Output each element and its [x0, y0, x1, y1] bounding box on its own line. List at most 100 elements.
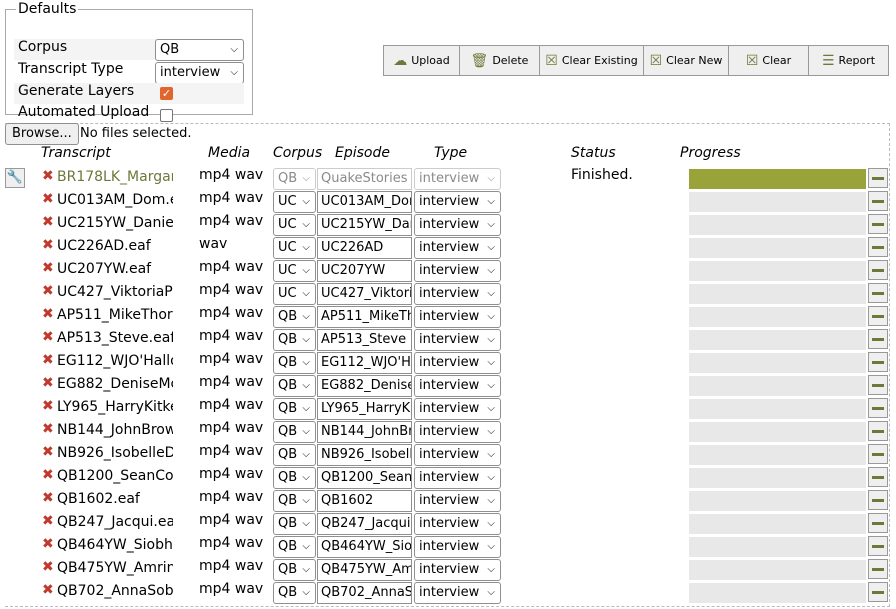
remove-icon[interactable]: ✖ — [42, 536, 54, 552]
row-corpus-select[interactable]: QB ⌵ — [273, 398, 316, 420]
collapse-button[interactable] — [868, 513, 888, 533]
episode-input[interactable]: UC013AM_Dor — [317, 191, 412, 213]
collapse-button[interactable] — [868, 375, 888, 395]
episode-input[interactable]: NB926_Isobell — [317, 444, 412, 466]
corpus-select[interactable]: QB ⌵ — [155, 39, 244, 61]
remove-icon[interactable]: ✖ — [42, 421, 54, 437]
collapse-button[interactable] — [868, 260, 888, 280]
remove-icon[interactable]: ✖ — [42, 283, 54, 299]
episode-input[interactable]: QB464YW_Sio — [317, 536, 412, 558]
row-type-select[interactable]: interview ⌵ — [414, 260, 501, 282]
row-corpus-select[interactable]: UC ⌵ — [273, 260, 316, 282]
episode-input[interactable]: UC215YW_Dar — [317, 214, 412, 236]
row-type-select[interactable]: interview ⌵ — [414, 306, 501, 328]
report-button[interactable]: ☰ Report — [809, 45, 889, 76]
episode-input[interactable]: UC427_Viktori — [317, 283, 412, 305]
browse-button[interactable]: Browse... — [5, 123, 79, 145]
collapse-button[interactable] — [868, 352, 888, 372]
episode-input[interactable]: QB475YW_Am — [317, 559, 412, 581]
remove-icon[interactable]: ✖ — [42, 168, 54, 184]
row-type-select[interactable]: interview ⌵ — [414, 490, 501, 512]
episode-input[interactable]: AP513_Steve — [317, 329, 412, 351]
episode-input[interactable]: AP511_MikeTh — [317, 306, 412, 328]
collapse-button[interactable] — [868, 582, 888, 602]
episode-input[interactable]: EG882_Denise — [317, 375, 412, 397]
collapse-button[interactable] — [868, 421, 888, 441]
remove-icon[interactable]: ✖ — [42, 214, 54, 230]
remove-icon[interactable]: ✖ — [42, 559, 54, 575]
remove-icon[interactable]: ✖ — [42, 191, 54, 207]
delete-button[interactable]: 🗑 Delete — [460, 45, 540, 76]
row-type-select[interactable]: interview ⌵ — [414, 168, 501, 190]
transcript-type-select[interactable]: interview ⌵ — [155, 62, 244, 84]
collapse-button[interactable] — [868, 283, 888, 303]
remove-icon[interactable]: ✖ — [42, 237, 54, 253]
clear-new-button[interactable]: ☒ Clear New — [644, 45, 729, 76]
row-type-select[interactable]: interview ⌵ — [414, 421, 501, 443]
row-corpus-select[interactable]: QB ⌵ — [273, 352, 316, 374]
collapse-button[interactable] — [868, 559, 888, 579]
episode-input[interactable]: EG112_WJO'Ha — [317, 352, 412, 374]
episode-input[interactable]: UC207YW — [317, 260, 412, 282]
collapse-button[interactable] — [868, 398, 888, 418]
row-corpus-select[interactable]: QB ⌵ — [273, 306, 316, 328]
collapse-button[interactable] — [868, 191, 888, 211]
row-corpus-select[interactable]: UC ⌵ — [273, 191, 316, 213]
row-corpus-select[interactable]: QB ⌵ — [273, 559, 316, 581]
collapse-button[interactable] — [868, 329, 888, 349]
row-corpus-select[interactable]: UC ⌵ — [273, 283, 316, 305]
row-type-select[interactable]: interview ⌵ — [414, 467, 501, 489]
episode-input[interactable]: NB144_JohnBr — [317, 421, 412, 443]
row-corpus-select[interactable]: QB ⌵ — [273, 444, 316, 466]
remove-icon[interactable]: ✖ — [42, 444, 54, 460]
collapse-button[interactable] — [868, 168, 888, 188]
remove-icon[interactable]: ✖ — [42, 375, 54, 391]
episode-input[interactable]: LY965_HarryKi — [317, 398, 412, 420]
row-corpus-select[interactable]: QB ⌵ — [273, 168, 316, 190]
row-type-select[interactable]: interview ⌵ — [414, 444, 501, 466]
remove-icon[interactable]: ✖ — [42, 582, 54, 598]
row-corpus-select[interactable]: QB ⌵ — [273, 490, 316, 512]
remove-icon[interactable]: ✖ — [42, 398, 54, 414]
collapse-button[interactable] — [868, 214, 888, 234]
collapse-button[interactable] — [868, 490, 888, 510]
remove-icon[interactable]: ✖ — [42, 513, 54, 529]
row-type-select[interactable]: interview ⌵ — [414, 559, 501, 581]
row-type-select[interactable]: interview ⌵ — [414, 191, 501, 213]
row-corpus-select[interactable]: QB ⌵ — [273, 329, 316, 351]
row-corpus-select[interactable]: QB ⌵ — [273, 467, 316, 489]
row-type-select[interactable]: interview ⌵ — [414, 352, 501, 374]
row-type-select[interactable]: interview ⌵ — [414, 237, 501, 259]
row-corpus-select[interactable]: QB ⌵ — [273, 375, 316, 397]
remove-icon[interactable]: ✖ — [42, 329, 54, 345]
row-corpus-select[interactable]: QB ⌵ — [273, 513, 316, 535]
row-type-select[interactable]: interview ⌵ — [414, 283, 501, 305]
upload-button[interactable]: ☁ Upload — [383, 45, 460, 76]
episode-input[interactable]: QB1200_SeanC — [317, 467, 412, 489]
row-corpus-select[interactable]: QB ⌵ — [273, 582, 316, 604]
episode-input[interactable]: QuakeStories — [317, 168, 412, 190]
row-type-select[interactable]: interview ⌵ — [414, 398, 501, 420]
remove-icon[interactable]: ✖ — [42, 490, 54, 506]
row-corpus-select[interactable]: UC ⌵ — [273, 237, 316, 259]
row-type-select[interactable]: interview ⌵ — [414, 536, 501, 558]
episode-input[interactable]: QB702_AnnaS — [317, 582, 412, 604]
generate-layers-checkbox[interactable]: ✓ — [160, 87, 173, 100]
collapse-button[interactable] — [868, 306, 888, 326]
collapse-button[interactable] — [868, 237, 888, 257]
remove-icon[interactable]: ✖ — [42, 260, 54, 276]
remove-icon[interactable]: ✖ — [42, 467, 54, 483]
row-type-select[interactable]: interview ⌵ — [414, 375, 501, 397]
row-type-select[interactable]: interview ⌵ — [414, 513, 501, 535]
row-corpus-select[interactable]: UC ⌵ — [273, 214, 316, 236]
clear-button[interactable]: ☒ Clear — [729, 45, 809, 76]
row-type-select[interactable]: interview ⌵ — [414, 214, 501, 236]
episode-input[interactable]: QB1602 — [317, 490, 412, 512]
collapse-button[interactable] — [868, 536, 888, 556]
remove-icon[interactable]: ✖ — [42, 352, 54, 368]
automated-upload-checkbox[interactable] — [160, 109, 173, 122]
row-corpus-select[interactable]: QB ⌵ — [273, 536, 316, 558]
collapse-button[interactable] — [868, 444, 888, 464]
row-type-select[interactable]: interview ⌵ — [414, 582, 501, 604]
clear-existing-button[interactable]: ☒ Clear Existing — [540, 45, 644, 76]
